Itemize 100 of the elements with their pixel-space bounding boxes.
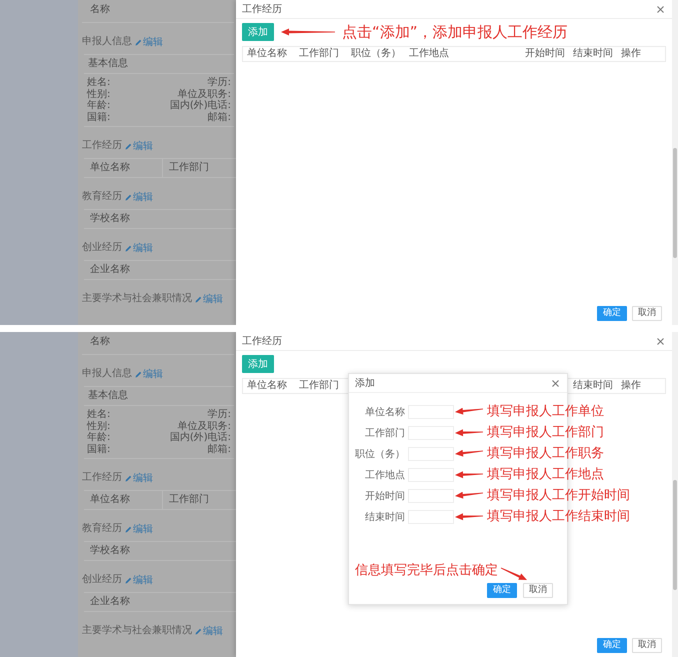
field-label: 工作部门 — [364, 426, 405, 440]
dialog-title: 工作经历 — [242, 335, 282, 348]
table-cell: 名称 — [82, 332, 234, 355]
field-label: 学历: — [206, 409, 231, 420]
pencil-icon — [135, 370, 142, 378]
confirm-button[interactable]: 确定 — [597, 638, 627, 653]
field-label: 单位及职务: — [176, 88, 231, 100]
column-header: 操作 — [620, 379, 642, 393]
column-header: 职位（务） — [350, 47, 402, 61]
edit-link[interactable]: 编辑 — [195, 292, 223, 306]
input-field[interactable] — [408, 510, 454, 524]
pencil-icon — [125, 526, 132, 532]
scrollbar-thumb[interactable] — [673, 480, 677, 590]
column-header: 单位名称 — [89, 492, 131, 507]
field-label: 国内(外)电话: — [170, 432, 231, 444]
field-label: 年龄: — [87, 432, 110, 444]
scrollbar-thumb[interactable] — [673, 148, 677, 258]
column-header: 操作 — [620, 47, 642, 61]
column-header: 结束时间 — [572, 379, 614, 393]
pencil-icon — [135, 38, 142, 46]
annotation-text: 填写申报人工作职务 — [487, 446, 604, 462]
confirm-button[interactable]: 确定 — [487, 583, 517, 598]
field-label: 国内(外)电话: — [170, 100, 231, 112]
annotation-text: 填写申报人工作单位 — [487, 404, 604, 420]
edit-link[interactable]: 编辑 — [125, 522, 153, 536]
edit-link[interactable]: 编辑 — [125, 241, 153, 255]
cancel-button[interactable]: 取消 — [632, 306, 662, 321]
section-title: 创业经历 — [82, 573, 122, 587]
field-label: 学历: — [206, 77, 231, 88]
field-label: 年龄: — [87, 100, 110, 112]
section-title: 创业经历 — [82, 241, 122, 255]
annotation-text: 填写申报人工作开始时间 — [487, 488, 630, 504]
section-title: 工作经历 — [82, 139, 122, 153]
column-header: 工作地点 — [408, 47, 450, 61]
annotation-text: 信息填写完毕后点击确定 — [355, 563, 498, 579]
dialog-title: 工作经历 — [242, 3, 282, 16]
input-field[interactable] — [408, 488, 454, 502]
column-header: 企业名称 — [89, 594, 131, 609]
field-label: 单位及职务: — [176, 420, 231, 432]
annotation-text: 填写申报人工作地点 — [487, 466, 604, 482]
input-field[interactable] — [408, 468, 454, 482]
annotation-arrow — [454, 408, 484, 416]
pencil-icon — [195, 296, 202, 302]
close-icon[interactable] — [657, 338, 664, 344]
edit-link[interactable]: 编辑 — [125, 471, 153, 485]
pencil-icon — [125, 474, 132, 482]
field-label: 邮箱: — [206, 112, 231, 123]
column-header: 学校名称 — [89, 212, 131, 226]
section-title: 教育经历 — [82, 522, 122, 536]
field-label: 单位名称 — [364, 406, 405, 418]
field-label: 国籍: — [87, 444, 110, 455]
edit-link[interactable]: 编辑 — [125, 573, 153, 587]
column-header: 开始时间 — [524, 47, 566, 61]
annotation-text: 点击“添加”，添加申报人工作经历 — [342, 23, 568, 41]
dialog-title: 添加 — [355, 376, 375, 390]
column-header: 学校名称 — [89, 544, 131, 558]
column-header: 工作部门 — [162, 159, 215, 177]
annotation-text: 填写申报人工作部门 — [487, 424, 604, 440]
scrollbar[interactable] — [672, 0, 678, 325]
pencil-icon — [125, 142, 132, 150]
pencil-icon — [125, 194, 132, 200]
annotation-arrow — [454, 492, 484, 500]
scrollbar[interactable] — [672, 332, 678, 657]
column-header: 企业名称 — [89, 262, 131, 277]
column-header: 单位名称 — [246, 379, 288, 393]
close-icon[interactable] — [657, 6, 664, 12]
edit-link[interactable]: 编辑 — [125, 139, 153, 153]
section-title: 申报人信息 — [82, 35, 132, 49]
edit-link[interactable]: 编辑 — [195, 624, 223, 638]
edit-link[interactable]: 编辑 — [135, 35, 163, 49]
input-field[interactable] — [408, 446, 454, 460]
add-button[interactable]: 添加 — [242, 355, 274, 373]
add-button[interactable]: 添加 — [242, 23, 274, 41]
close-icon[interactable] — [552, 380, 559, 386]
column-header: 工作部门 — [298, 47, 340, 61]
pencil-icon — [195, 628, 202, 634]
field-label: 姓名: — [87, 409, 110, 420]
annotation-text: 填写申报人工作结束时间 — [487, 508, 630, 524]
annotation-arrow — [454, 428, 484, 436]
section-title: 主要学术与社会兼职情况 — [82, 624, 192, 638]
card-title: 基本信息 — [84, 387, 234, 406]
input-field[interactable] — [408, 426, 454, 440]
field-label: 结束时间 — [364, 510, 405, 524]
edit-link[interactable]: 编辑 — [135, 367, 163, 381]
edit-link[interactable]: 编辑 — [125, 190, 153, 204]
cancel-button[interactable]: 取消 — [523, 583, 553, 598]
pencil-icon — [125, 244, 132, 252]
field-label: 性别: — [87, 420, 110, 432]
annotation-arrow — [454, 512, 484, 520]
column-header: 单位名称 — [89, 160, 131, 175]
section-title: 教育经历 — [82, 190, 122, 204]
annotation-arrow — [454, 470, 484, 478]
field-label: 性别: — [87, 88, 110, 100]
cancel-button[interactable]: 取消 — [632, 638, 662, 653]
field-label: 邮箱: — [206, 444, 231, 455]
field-label: 职位（务） — [354, 448, 405, 460]
confirm-button[interactable]: 确定 — [597, 306, 627, 321]
column-header: 工作部门 — [162, 491, 215, 509]
table-cell: 名称 — [82, 0, 234, 23]
input-field[interactable] — [408, 404, 454, 418]
